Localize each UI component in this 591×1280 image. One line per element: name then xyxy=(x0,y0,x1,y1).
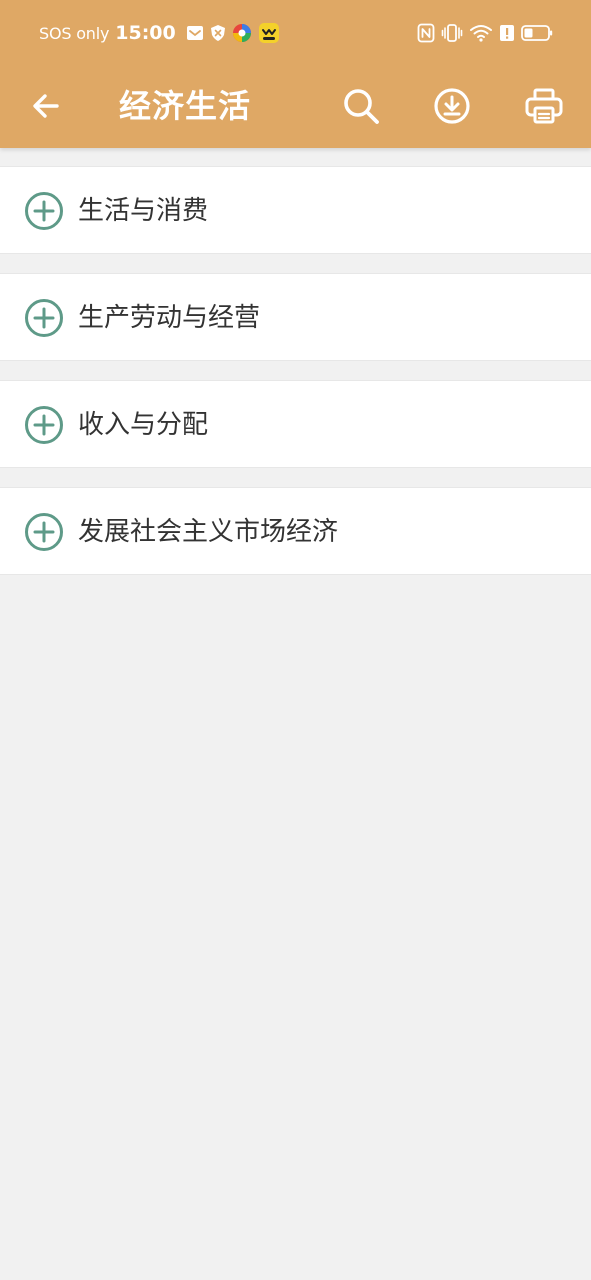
status-right xyxy=(417,20,553,46)
plus-circle-icon xyxy=(25,192,63,230)
shield-x-icon xyxy=(210,24,226,42)
top-bar: SOS only 15:00 经济生活 xyxy=(0,0,591,148)
nfc-icon xyxy=(417,23,435,43)
list-item-label: 生产劳动与经营 xyxy=(78,303,261,333)
search-button[interactable] xyxy=(335,80,387,132)
list-item-label: 生活与消费 xyxy=(78,196,209,226)
plus-circle-icon xyxy=(25,513,63,551)
colorful-app-icon xyxy=(232,23,252,43)
alert-icon xyxy=(499,23,515,43)
plus-circle-icon xyxy=(25,406,63,444)
search-icon xyxy=(344,89,379,124)
category-list: 生活与消费 生产劳动与经营 收入与分配 发展社会主义市场经济 xyxy=(0,166,591,594)
battery-icon xyxy=(521,23,553,43)
page-title: 经济生活 xyxy=(119,87,252,125)
list-item[interactable]: 生活与消费 xyxy=(0,166,591,254)
list-item[interactable]: 发展社会主义市场经济 xyxy=(0,487,591,575)
vibrate-icon xyxy=(441,23,463,43)
yellow-app-icon xyxy=(258,22,280,44)
download-icon xyxy=(434,88,470,124)
download-button[interactable] xyxy=(426,80,478,132)
app-bar: 经济生活 xyxy=(0,66,591,148)
mail-icon xyxy=(186,24,204,42)
back-button[interactable] xyxy=(22,82,70,130)
status-bar: SOS only 15:00 xyxy=(0,0,591,66)
carrier-text: SOS only xyxy=(39,23,110,43)
list-item-label: 发展社会主义市场经济 xyxy=(78,517,339,547)
print-button[interactable] xyxy=(518,80,570,132)
list-item-label: 收入与分配 xyxy=(78,410,209,440)
clock-text: 15:00 xyxy=(115,22,176,44)
list-item[interactable]: 生产劳动与经营 xyxy=(0,273,591,361)
printer-icon xyxy=(525,88,563,124)
list-item[interactable]: 收入与分配 xyxy=(0,380,591,468)
status-left: SOS only 15:00 xyxy=(39,20,280,46)
plus-circle-icon xyxy=(25,299,63,337)
wifi-icon xyxy=(469,23,493,43)
back-arrow-icon xyxy=(33,94,59,118)
